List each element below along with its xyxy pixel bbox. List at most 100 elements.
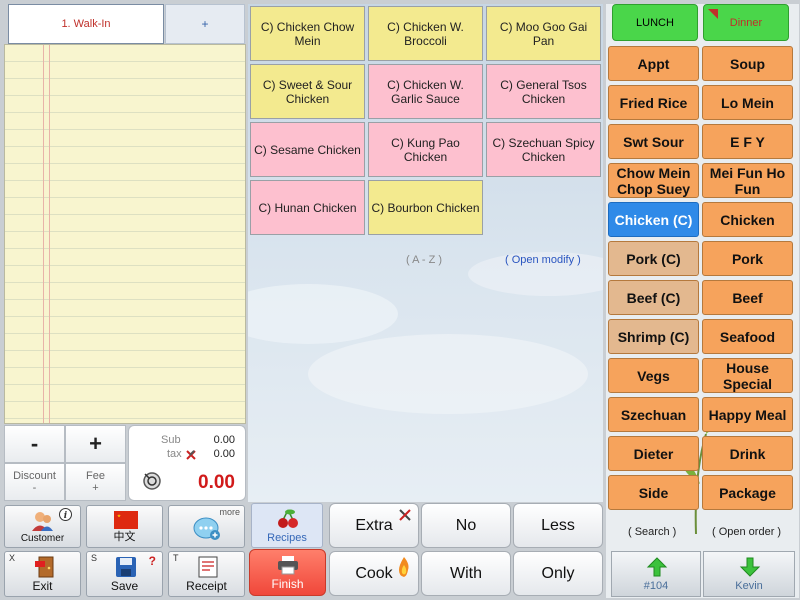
menu-item-button[interactable]: C) Chicken W. Broccoli [368,6,483,61]
category-button[interactable]: Chicken [702,202,793,237]
dinner-flag-icon [708,9,718,22]
category-button[interactable]: Beef [702,280,793,315]
info-icon[interactable]: i [59,508,72,526]
exit-door-icon [33,555,57,584]
order-ticket-area[interactable] [4,44,246,424]
menu-item-button[interactable]: C) Chicken Chow Mein [250,6,365,61]
customer-icon [31,509,55,538]
down-arrow-icon [739,556,761,581]
category-button[interactable]: Seafood [702,319,793,354]
sort-a-z-link[interactable]: ( A - Z ) [406,254,442,266]
next-user-button[interactable]: Kevin [703,551,795,597]
category-button[interactable]: Side [608,475,699,510]
discount-button[interactable]: Discount - [4,463,65,501]
category-button[interactable]: Package [702,475,793,510]
fee-value: + [92,482,99,494]
category-button[interactable]: Beef (C) [608,280,699,315]
subtotal-label: Sub [161,434,181,446]
menu-item-button[interactable]: C) Kung Pao Chicken [368,122,483,177]
lunch-tab[interactable]: LUNCH [612,4,698,41]
category-button[interactable]: Mei Fun Ho Fun [702,163,793,198]
menu-item-button[interactable]: C) Hunan Chicken [250,180,365,235]
receipt-shortcut-label: T [173,553,179,563]
menu-item-button[interactable]: C) Chicken W. Garlic Sauce [368,64,483,119]
dinner-label: Dinner [729,16,763,29]
no-modifier-button[interactable]: No [421,503,511,548]
category-button[interactable]: House Special [702,358,793,393]
utensils-icon [398,508,412,527]
category-button[interactable]: Lo Mein [702,85,793,120]
tax-label: tax [167,448,182,460]
fee-button[interactable]: Fee + [65,463,126,501]
menu-item-button[interactable]: C) Sesame Chicken [250,122,365,177]
menu-item-button[interactable]: C) Bourbon Chicken [368,180,483,235]
receipt-icon [196,555,220,584]
category-button[interactable]: Fried Rice [608,85,699,120]
printer-icon [277,555,299,578]
open-order-link[interactable]: ( Open order ) [712,526,781,538]
less-modifier-button[interactable]: Less [513,503,603,548]
open-modify-link[interactable]: ( Open modify ) [505,254,581,266]
category-button[interactable]: Happy Meal [702,397,793,432]
svg-text:i: i [64,511,68,521]
tax-value: 0.00 [213,448,235,460]
save-button[interactable]: S ? Save [86,551,163,597]
category-button[interactable]: Pork [702,241,793,276]
order-tab-walk-in[interactable]: 1. Walk-In [8,4,164,44]
category-button[interactable]: Soup [702,46,793,81]
only-modifier-button[interactable]: Only [513,551,603,596]
more-button[interactable]: more [168,505,245,548]
category-button[interactable]: Szechuan [608,397,699,432]
category-button[interactable]: Shrimp (C) [608,319,699,354]
flame-icon [396,556,412,583]
search-link[interactable]: ( Search ) [628,526,676,538]
increase-quantity-button[interactable]: + [65,425,126,463]
category-button[interactable]: Swt Sour [608,124,699,159]
previous-order-button[interactable]: #104 [611,551,701,597]
fee-label: Fee [86,470,105,482]
menu-item-button[interactable]: C) General Tsos Chicken [486,64,601,119]
finish-label: Finish [271,577,304,591]
discount-value: - [32,482,37,494]
menu-item-button[interactable]: C) Szechuan Spicy Chicken [486,122,601,177]
china-flag-icon [114,511,138,534]
order-total-value: 0.00 [198,472,235,493]
extra-label: Extra [355,516,393,534]
with-modifier-button[interactable]: With [421,551,511,596]
exit-button[interactable]: X Exit [4,551,81,597]
discount-label: Discount [13,470,56,482]
cook-label: Cook [355,564,393,582]
extra-modifier-button[interactable]: Extra [329,503,419,548]
category-button[interactable]: E F Y [702,124,793,159]
decrease-quantity-button[interactable]: - [4,425,65,463]
add-order-tab-button[interactable]: + [165,4,245,44]
order-totals-panel: Sub 0.00 tax 0.00 0.00 [128,425,246,501]
user-label: Kevin [735,580,763,592]
category-button[interactable]: Drink [702,436,793,471]
tax-exempt-icon[interactable] [185,448,197,466]
tip-icon[interactable] [141,470,163,497]
subtotal-value: 0.00 [213,434,235,446]
category-button[interactable]: Appt [608,46,699,81]
menu-item-button[interactable]: C) Sweet & Sour Chicken [250,64,365,119]
exit-shortcut-label: X [9,553,16,563]
up-arrow-icon [646,556,668,581]
recipes-label: Recipes [267,532,307,544]
language-button[interactable]: 中文 [86,505,163,548]
category-button[interactable]: Dieter [608,436,699,471]
customer-button[interactable]: i Customer [4,505,81,548]
category-button[interactable]: Chow Mein Chop Suey [608,163,699,198]
category-button[interactable]: Vegs [608,358,699,393]
sky-background-icon [248,252,603,414]
finish-button[interactable]: Finish [249,549,326,596]
category-button[interactable]: Pork (C) [608,241,699,276]
cook-modifier-button[interactable]: Cook [329,551,419,596]
category-button[interactable]: Chicken (C) [608,202,699,237]
receipt-button[interactable]: T Receipt [168,551,245,597]
menu-item-button[interactable]: C) Moo Goo Gai Pan [486,6,601,61]
order-number-label: #104 [643,580,669,592]
recipes-button[interactable]: Recipes [251,503,323,548]
floppy-disk-icon [115,556,137,583]
help-question-icon[interactable]: ? [149,554,156,568]
dinner-tab[interactable]: Dinner [703,4,789,41]
